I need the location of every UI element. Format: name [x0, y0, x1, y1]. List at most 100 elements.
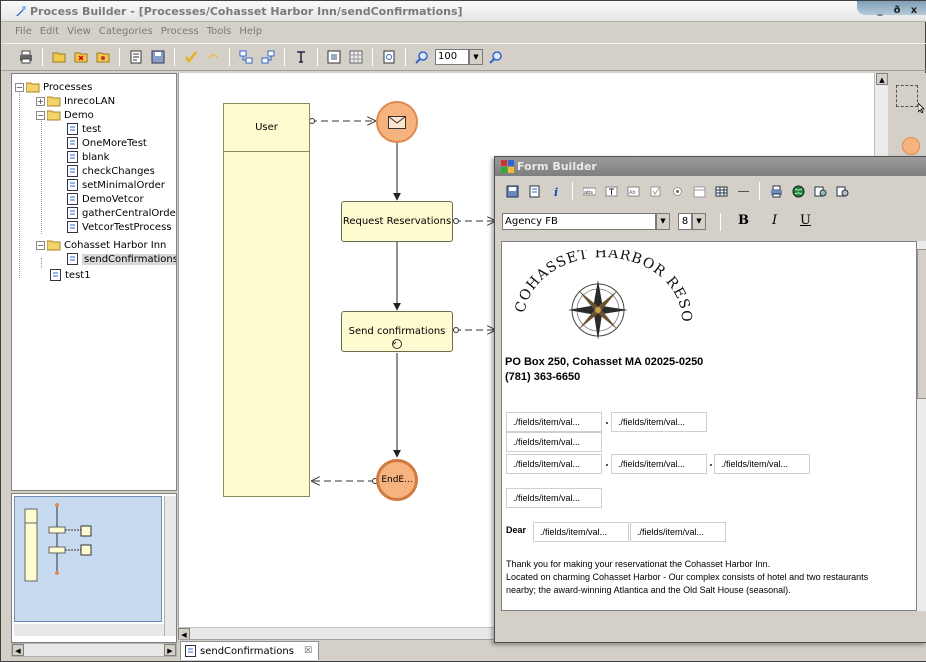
fb-print-button[interactable] [767, 182, 785, 200]
delete-folder-button[interactable] [72, 48, 90, 66]
layout-button[interactable] [237, 48, 255, 66]
palette-lane-tool[interactable] [896, 85, 918, 107]
process-page-icon [67, 137, 78, 149]
fb-label-tool[interactable]: abs [580, 182, 598, 200]
fit-button[interactable] [325, 48, 343, 66]
scrollbar-thumb[interactable] [917, 249, 926, 399]
swimlane-user[interactable]: User [223, 103, 310, 497]
scroll-up-button[interactable]: ▲ [876, 73, 888, 85]
tree-node-test[interactable]: test [67, 122, 101, 136]
fb-save-button[interactable] [503, 182, 521, 200]
task-send-confirmations[interactable]: Send confirmations [341, 311, 453, 352]
tree-node-demovetcor[interactable]: DemoVetcor [67, 192, 144, 206]
overview-horizontal-scrollbar[interactable] [14, 624, 164, 636]
properties-button[interactable] [127, 48, 145, 66]
fb-open-button[interactable] [525, 182, 543, 200]
zoom-input[interactable]: 100 [435, 49, 469, 65]
font-family-select[interactable]: Agency FB [502, 213, 656, 230]
zoom-page-button[interactable] [380, 48, 398, 66]
fb-web-button[interactable] [789, 182, 807, 200]
form-field[interactable]: ./fields/item/val... [506, 454, 602, 474]
bold-button[interactable]: B [738, 213, 749, 228]
font-family-dropdown-button[interactable]: ▼ [656, 213, 670, 230]
check-button[interactable] [182, 48, 200, 66]
menu-edit[interactable]: Edit [36, 23, 63, 41]
expand-toggle[interactable]: + [36, 96, 45, 106]
tree-node-inrecolan[interactable]: + InrecoLAN [36, 94, 115, 108]
arrange-button[interactable] [259, 48, 277, 66]
collapse-toggle[interactable]: − [15, 82, 24, 92]
scroll-left-button[interactable]: ◀ [12, 644, 24, 656]
save-button[interactable] [149, 48, 167, 66]
tree-node-gathercentralorder[interactable]: gatherCentralOrder [67, 206, 176, 220]
form-field[interactable]: ./fields/item/val... [506, 412, 602, 432]
form-field[interactable]: ./fields/item/val... [611, 412, 707, 432]
tab-sendconfirmations[interactable]: sendConfirmations ☒ [180, 641, 320, 660]
form-field[interactable]: ./fields/item/val... [533, 522, 629, 542]
start-message-event[interactable] [376, 101, 418, 143]
restore-button[interactable]: ð [890, 4, 904, 18]
tree-horizontal-scrollbar[interactable]: ◀ ▶ [11, 643, 177, 657]
font-size-dropdown-button[interactable]: ▼ [692, 213, 706, 230]
fb-export-button[interactable] [833, 182, 851, 200]
font-size-select[interactable]: 8 [678, 213, 692, 230]
fb-table-tool[interactable] [712, 182, 730, 200]
fb-date-tool[interactable] [690, 182, 708, 200]
text-tool-button[interactable] [292, 48, 310, 66]
menu-process[interactable]: Process [157, 23, 203, 41]
tree-node-onemoretest[interactable]: OneMoreTest [67, 136, 147, 150]
task-request-reservations[interactable]: Request Reservations [341, 201, 453, 242]
palette-event-tool[interactable] [902, 137, 920, 155]
save-icon [151, 50, 165, 64]
tree-node-checkchanges[interactable]: checkChanges [67, 164, 155, 178]
fb-info-button[interactable]: i [547, 182, 565, 200]
collapse-toggle[interactable]: − [36, 240, 45, 250]
tree-node-demo[interactable]: − Demo [36, 108, 94, 122]
editor-horizontal-scrollbar[interactable]: ◀ [178, 627, 498, 640]
tree-node-vetcortestprocess[interactable]: VetcorTestProcess [67, 220, 172, 234]
form-vertical-scrollbar[interactable] [917, 241, 926, 611]
open-folder-button[interactable] [50, 48, 68, 66]
folder-action-button[interactable] [94, 48, 112, 66]
tree-node-blank[interactable]: blank [67, 150, 109, 164]
undo-button[interactable] [204, 48, 222, 66]
overview-vertical-scrollbar[interactable] [164, 496, 176, 636]
menu-categories[interactable]: Categories [95, 23, 157, 41]
minimize-button[interactable]: _ [873, 4, 887, 18]
grid-button[interactable] [347, 48, 365, 66]
end-event[interactable]: EndE... [376, 459, 418, 501]
overview-viewport[interactable] [14, 496, 162, 622]
tree-node-test1[interactable]: test1 [50, 268, 91, 282]
italic-button[interactable]: I [772, 213, 777, 228]
form-field[interactable]: ./fields/item/val... [714, 454, 810, 474]
collapse-toggle[interactable]: − [36, 110, 45, 120]
form-field[interactable]: ./fields/item/val... [506, 488, 602, 508]
fb-textfield-tool[interactable] [602, 182, 620, 200]
scroll-right-button[interactable]: ▶ [164, 644, 176, 656]
fb-radio-tool[interactable] [668, 182, 686, 200]
fb-textarea-tool[interactable]: Ab [624, 182, 642, 200]
tree-node-setminimalorder[interactable]: setMinimalOrder [67, 178, 165, 192]
zoom-dropdown-button[interactable]: ▼ [469, 49, 483, 65]
tree-node-processes[interactable]: − Processes [15, 80, 92, 94]
form-builder-title-bar[interactable]: Form Builder [495, 157, 926, 176]
print-button[interactable] [17, 48, 35, 66]
zoom-out-button[interactable] [487, 48, 505, 66]
form-document[interactable]: COHASSET HARBOR RESORT PO Box 250, Cohas… [501, 241, 917, 611]
fb-line-tool[interactable] [734, 182, 752, 200]
fb-checkbox-tool[interactable] [646, 182, 664, 200]
fb-preview-button[interactable] [811, 182, 829, 200]
menu-view[interactable]: View [63, 23, 95, 41]
zoom-in-button[interactable] [413, 48, 431, 66]
form-field[interactable]: ./fields/item/val... [506, 432, 602, 452]
menu-tools[interactable]: Tools [203, 23, 236, 41]
menu-help[interactable]: Help [235, 23, 266, 41]
tree-node-sendconfirmations[interactable]: sendConfirmations [67, 252, 176, 266]
tab-close-icon[interactable]: ☒ [304, 646, 312, 656]
underline-button[interactable]: U [800, 213, 811, 228]
close-button[interactable]: x [907, 4, 921, 18]
form-field[interactable]: ./fields/item/val... [611, 454, 707, 474]
form-field[interactable]: ./fields/item/val... [630, 522, 726, 542]
menu-file[interactable]: File [11, 23, 36, 41]
tree-node-cohasset-harbor-inn[interactable]: − Cohasset Harbor Inn [36, 238, 166, 252]
